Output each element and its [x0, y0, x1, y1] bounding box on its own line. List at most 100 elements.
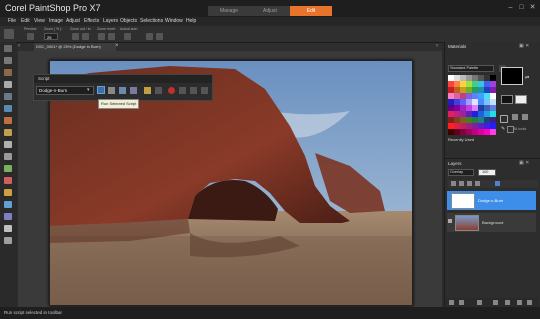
recently-used-label: Recently Used	[448, 137, 475, 142]
new-layer-icon[interactable]	[449, 300, 454, 305]
app-title: Corel PaintShop Pro X7	[5, 3, 101, 13]
menu-adjust[interactable]: Adjust	[66, 18, 80, 24]
minimize-icon[interactable]: –	[506, 4, 515, 12]
zoom-more-out-icon[interactable]	[98, 33, 105, 40]
paint-brush-icon[interactable]	[4, 189, 12, 196]
layer-properties-icon[interactable]	[527, 300, 532, 305]
pen-tool-icon[interactable]	[4, 225, 12, 232]
layer-style-icon[interactable]	[493, 300, 498, 305]
adjustment-layer-icon[interactable]	[477, 300, 482, 305]
texture-icon[interactable]	[522, 114, 528, 120]
run-script-dialog-icon[interactable]	[108, 87, 115, 94]
script-title: Script	[38, 76, 50, 81]
pan-tool-icon[interactable]	[4, 45, 12, 52]
layers-bottom-toolbar	[445, 298, 539, 307]
chevron-down-icon[interactable]: ▾	[87, 87, 90, 93]
eyedropper-icon[interactable]: ✎	[501, 126, 505, 132]
straighten-tool-icon[interactable]	[4, 105, 12, 112]
close-icon[interactable]: ✕	[528, 4, 537, 12]
zoom-more-in-icon[interactable]	[108, 33, 115, 40]
all-tools-label: All tools	[513, 127, 527, 131]
edit-script-icon[interactable]	[119, 87, 126, 94]
zoom-in-icon[interactable]	[82, 33, 89, 40]
swap-colors-icon[interactable]: ⇄	[525, 75, 529, 81]
script-select-value: Dodge-n-Burn	[39, 88, 68, 93]
menu-objects[interactable]: Objects	[120, 18, 137, 24]
layer-lock-icon[interactable]	[459, 181, 464, 186]
opacity-value: 100	[482, 170, 489, 174]
menu-view[interactable]: View	[34, 18, 45, 24]
layer-group-icon[interactable]	[495, 181, 500, 186]
eraser-tool-icon[interactable]	[4, 177, 12, 184]
layers-panel-menu-icon[interactable]: ▣ ✕	[519, 160, 529, 166]
save-recording-icon[interactable]	[201, 87, 208, 94]
layer-link-icon[interactable]	[467, 181, 472, 186]
open-folder-icon[interactable]	[144, 87, 151, 94]
cancel-script-icon[interactable]	[190, 87, 197, 94]
tab-manage[interactable]: Manage	[208, 6, 250, 16]
clone-tool-icon[interactable]	[4, 141, 12, 148]
zoom-tool-icon[interactable]	[4, 29, 14, 39]
zoom-out-icon[interactable]	[72, 33, 79, 40]
maximize-icon[interactable]: □	[517, 4, 526, 12]
right-panel: Materials ▣ ✕ Standard Palette ⇄ ✎ All t…	[444, 42, 540, 307]
layer-mask-icon[interactable]	[475, 181, 480, 186]
transparent-checkbox[interactable]	[500, 115, 508, 123]
foreground-small-swatch[interactable]	[501, 95, 513, 104]
collapse-right-icon[interactable]: ›	[436, 43, 438, 49]
flood-fill-icon[interactable]	[4, 201, 12, 208]
dodge-tool-icon[interactable]	[4, 153, 12, 160]
layer-item[interactable]: Background	[447, 213, 536, 232]
save-script-icon[interactable]	[130, 87, 137, 94]
text-tool-icon[interactable]	[4, 213, 12, 220]
selection-tool-icon[interactable]	[4, 69, 12, 76]
document-tab[interactable]: DSC_0001* @ 25% (Dodge in Burn)	[34, 43, 116, 51]
menu-selections[interactable]: Selections	[140, 18, 163, 24]
delete-layer-icon[interactable]	[517, 300, 522, 305]
run-script-icon[interactable]	[97, 86, 105, 94]
layer-name: Background	[482, 220, 504, 225]
background-small-swatch[interactable]	[515, 95, 527, 104]
pick-tool-icon[interactable]	[4, 57, 12, 64]
fit-window-icon[interactable]	[146, 33, 153, 40]
menu-file[interactable]: File	[8, 18, 16, 24]
new-mask-icon[interactable]	[459, 300, 464, 305]
menu-effects[interactable]: Effects	[84, 18, 99, 24]
eye-icon[interactable]	[448, 219, 452, 223]
fit-image-icon[interactable]	[156, 33, 163, 40]
menu-window[interactable]: Window	[165, 18, 183, 24]
tools-palette	[0, 42, 16, 307]
menu-image[interactable]: Image	[49, 18, 63, 24]
menu-edit[interactable]: Edit	[21, 18, 30, 24]
actual-size-icon[interactable]	[124, 33, 131, 40]
red-eye-tool-icon[interactable]	[4, 129, 12, 136]
menu-help[interactable]: Help	[186, 18, 196, 24]
document-close-icon[interactable]: ×	[115, 43, 119, 49]
layer-thumbnail	[455, 215, 479, 231]
title-bar: Corel PaintShop Pro X7 Manage Adjust Edi…	[0, 0, 540, 17]
foreground-color[interactable]	[501, 67, 523, 85]
script-palette: Script Dodge-n-Burn ▾	[33, 74, 213, 101]
record-script-icon[interactable]	[168, 87, 175, 94]
shape-tool-icon[interactable]	[4, 237, 12, 244]
panel-menu-icon[interactable]: ▣ ✕	[519, 43, 529, 49]
dropper-tool-icon[interactable]	[4, 81, 12, 88]
preview-icon[interactable]	[27, 33, 34, 40]
collapse-left-icon[interactable]: ‹	[18, 43, 20, 49]
tab-adjust[interactable]: Adjust	[249, 6, 291, 16]
crop-tool-icon[interactable]	[4, 93, 12, 100]
menu-bar: File Edit View Image Adjust Effects Laye…	[0, 17, 540, 26]
tab-edit[interactable]: Edit	[290, 6, 332, 16]
pause-script-icon[interactable]	[179, 87, 186, 94]
brush-tool-icon[interactable]	[4, 165, 12, 172]
stop-script-icon[interactable]	[155, 87, 162, 94]
makeover-tool-icon[interactable]	[4, 117, 12, 124]
palette-select-value: Standard Palette	[450, 66, 479, 70]
merge-icon[interactable]	[505, 300, 510, 305]
pattern-icon[interactable]	[512, 114, 518, 120]
layer-item[interactable]: Dodge-n-Burn	[447, 191, 536, 210]
menu-layers[interactable]: Layers	[103, 18, 118, 24]
zoom-input[interactable]: 25	[44, 33, 58, 40]
layer-thumbnail	[451, 193, 475, 209]
layer-visibility-icon[interactable]	[451, 181, 456, 186]
